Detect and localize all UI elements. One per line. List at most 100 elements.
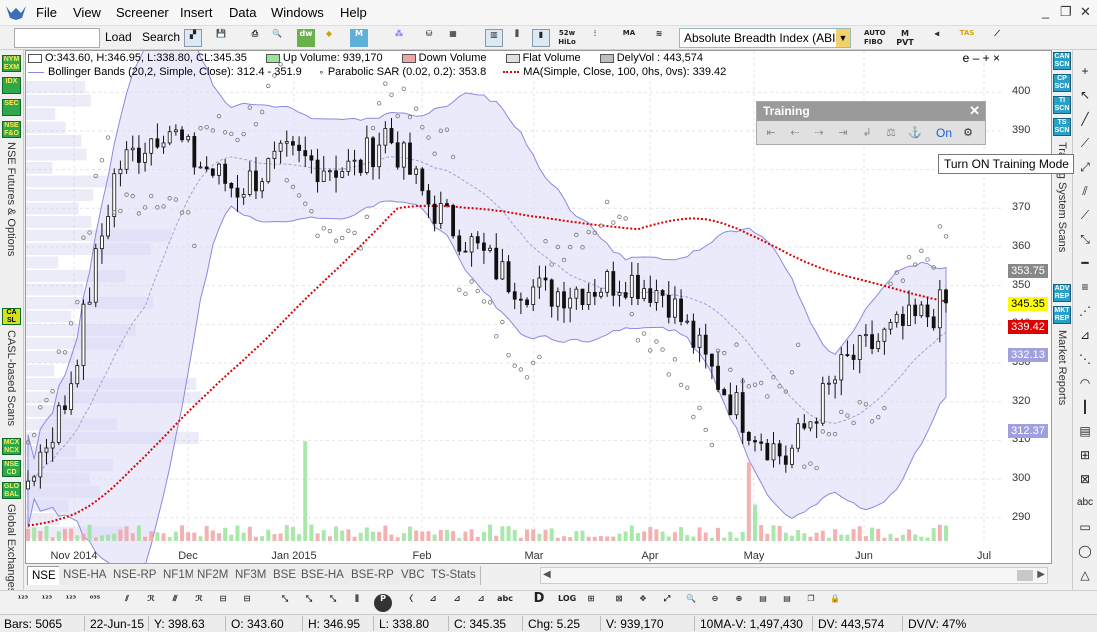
grid-icon[interactable]: ▤ — [1076, 422, 1094, 440]
level-icon[interactable]: ⫷ — [928, 29, 946, 47]
tool-a-icon[interactable]: ⫽ — [118, 594, 136, 612]
sidebar-btn-nse-fo[interactable]: NSE F&O — [2, 121, 21, 138]
menu-windows[interactable]: Windows — [271, 5, 324, 20]
rectangle-icon[interactable]: ▭ — [1076, 518, 1094, 536]
volume-icon[interactable]: ▮ — [532, 29, 550, 47]
hline-icon[interactable]: ━ — [1076, 254, 1094, 272]
tool-j-icon[interactable]: ⫼ — [348, 594, 366, 612]
prev-bar-icon[interactable]: ⇠ — [786, 124, 804, 142]
training-close-icon[interactable]: ✕ — [969, 103, 980, 119]
tool-c-icon[interactable]: ⫻ — [166, 594, 184, 612]
menu-data[interactable]: Data — [229, 5, 256, 20]
menu-insert[interactable]: Insert — [180, 5, 213, 20]
menu-help[interactable]: Help — [340, 5, 367, 20]
right-btn-can-scn[interactable]: CAN SCN — [1053, 52, 1071, 70]
scroll-right-icon[interactable]: ▶ — [1037, 569, 1045, 580]
arc-icon[interactable]: ◠ — [1076, 374, 1094, 392]
pointer-icon[interactable]: ↖ — [1076, 86, 1094, 104]
pattern-icon[interactable]: ⟋ — [988, 29, 1006, 47]
training-on-button[interactable]: On — [935, 124, 953, 142]
parallel-icon[interactable]: ⤡ — [1076, 230, 1094, 248]
tool-e-icon[interactable]: ⊟ — [214, 594, 232, 612]
tab-nse-rp[interactable]: NSE-RP — [109, 566, 162, 585]
diamond-icon[interactable]: ◆ — [320, 29, 338, 47]
move-icon[interactable]: ✥ — [634, 594, 652, 612]
sidebar-btn-nse-cd[interactable]: NSE CD — [2, 460, 21, 477]
pan-icon[interactable]: ⤢ — [658, 594, 676, 612]
text-abc-icon[interactable]: abc — [496, 594, 514, 612]
menu-view[interactable]: View — [73, 5, 101, 20]
num-3-icon[interactable]: ¹²³ — [62, 594, 80, 612]
load-button[interactable]: Load — [105, 30, 132, 44]
lines-icon[interactable]: ≋ — [650, 29, 668, 47]
trendline-sl-icon[interactable]: ⟋ — [1076, 134, 1094, 152]
print-icon[interactable]: ⎙ — [246, 29, 264, 47]
channel-icon[interactable]: ⫽ — [1076, 182, 1094, 200]
next-bar-icon[interactable]: ⇢ — [810, 124, 828, 142]
speed-lines-icon[interactable]: ⋱ — [1076, 350, 1094, 368]
sidebar-label-nse-fo[interactable]: NSE Futures & Options — [5, 142, 17, 256]
tool-g-icon[interactable]: ⤡ — [276, 594, 294, 612]
print-preview-icon[interactable]: 🔍 — [268, 29, 286, 47]
right-btn-mkt-rep[interactable]: MKT REP — [1053, 306, 1071, 324]
tas-icon[interactable]: TAS — [958, 29, 976, 47]
tool-f-icon[interactable]: ⊟ — [238, 594, 256, 612]
right-btn-cp-scn[interactable]: CP SCN — [1053, 74, 1071, 92]
first-bar-icon[interactable]: ⇤ — [762, 124, 780, 142]
tab-nf2m[interactable]: NF2M — [193, 566, 234, 585]
fit-icon[interactable]: ⊠ — [610, 594, 628, 612]
sidebar-btn-casl[interactable]: CA SL — [2, 308, 21, 325]
restore-icon[interactable]: ❐ — [1060, 4, 1072, 20]
calendar-icon[interactable]: ▦ — [444, 29, 462, 47]
buy-sell-icon[interactable]: ⚖ — [882, 124, 900, 142]
menu-screener[interactable]: Screener — [116, 5, 169, 20]
pivot-icon[interactable]: M PVT — [896, 29, 914, 47]
tool-k-icon[interactable]: 〈 — [400, 594, 418, 612]
tab-vbc[interactable]: VBC — [397, 566, 430, 585]
horizontal-scrollbar[interactable]: ◀ ▶ — [540, 567, 1048, 584]
right-btn-ts-scn[interactable]: TS SCN — [1053, 118, 1071, 136]
gann-icon[interactable]: ⊞ — [1076, 446, 1094, 464]
close-icon[interactable]: ✕ — [1080, 4, 1091, 20]
download-icon[interactable]: dw — [297, 29, 315, 47]
chart-type-icon[interactable]: ▞ — [184, 29, 202, 47]
training-settings-icon[interactable]: ⚙ — [959, 124, 977, 142]
chart-window-controls[interactable]: e – + × — [963, 51, 1000, 65]
scroll-thumb[interactable] — [1017, 570, 1033, 581]
menu-file[interactable]: File — [36, 5, 57, 20]
symbol-input[interactable] — [14, 28, 100, 48]
copy-icon[interactable]: ❐ — [802, 594, 820, 612]
time-zone-icon[interactable]: ┃ — [1076, 398, 1094, 416]
indicator-select[interactable]: Absolute Breadth Index (ABI ▼ — [679, 28, 851, 48]
sidebar-btn-idx[interactable]: IDX — [2, 77, 21, 94]
scatter-icon[interactable]: ⁂ — [390, 29, 408, 47]
zoom-out-icon[interactable]: ⊖ — [706, 594, 724, 612]
save-icon[interactable]: 💾 — [212, 29, 230, 47]
sidebar-btn-sec[interactable]: SEC — [2, 99, 21, 116]
database-icon[interactable]: ⛁ — [420, 29, 438, 47]
ellipse-icon[interactable]: ◯ — [1076, 542, 1094, 560]
tab-bse-ha[interactable]: BSE-HA — [297, 566, 349, 585]
crosshair-icon[interactable]: + — [1076, 62, 1094, 80]
cycle-icon[interactable]: ⊠ — [1076, 470, 1094, 488]
dash-icon[interactable]: D — [530, 592, 548, 612]
tool-m-icon[interactable]: ⊿ — [448, 594, 466, 612]
minimize-icon[interactable]: _ — [1042, 4, 1049, 19]
trade-icon[interactable]: ⚓ — [906, 124, 924, 142]
tool-n-icon[interactable]: ⊿ — [472, 594, 490, 612]
indicator-icon[interactable]: ⫼ — [508, 29, 526, 47]
last-bar-icon[interactable]: ⇥ — [834, 124, 852, 142]
fib-fan-icon[interactable]: ⋰ — [1076, 302, 1094, 320]
lock-icon[interactable]: 🔒 — [826, 594, 844, 612]
tab-nf3m[interactable]: NF3M — [231, 566, 272, 585]
tool-b-icon[interactable]: ℛ — [142, 594, 160, 612]
tab-nse[interactable]: NSE — [27, 566, 61, 585]
tool-i-icon[interactable]: ⤡ — [324, 594, 342, 612]
extend-line-icon[interactable]: ⟋ — [1076, 206, 1094, 224]
candle-icon[interactable]: ⫶ — [586, 29, 604, 47]
num-2-icon[interactable]: ¹²³ — [38, 594, 56, 612]
search-button[interactable]: Search — [142, 30, 180, 44]
pause-icon[interactable]: P — [374, 594, 392, 612]
tab-bse-rp[interactable]: BSE-RP — [347, 566, 399, 585]
scroll-left-icon[interactable]: ◀ — [543, 569, 551, 580]
